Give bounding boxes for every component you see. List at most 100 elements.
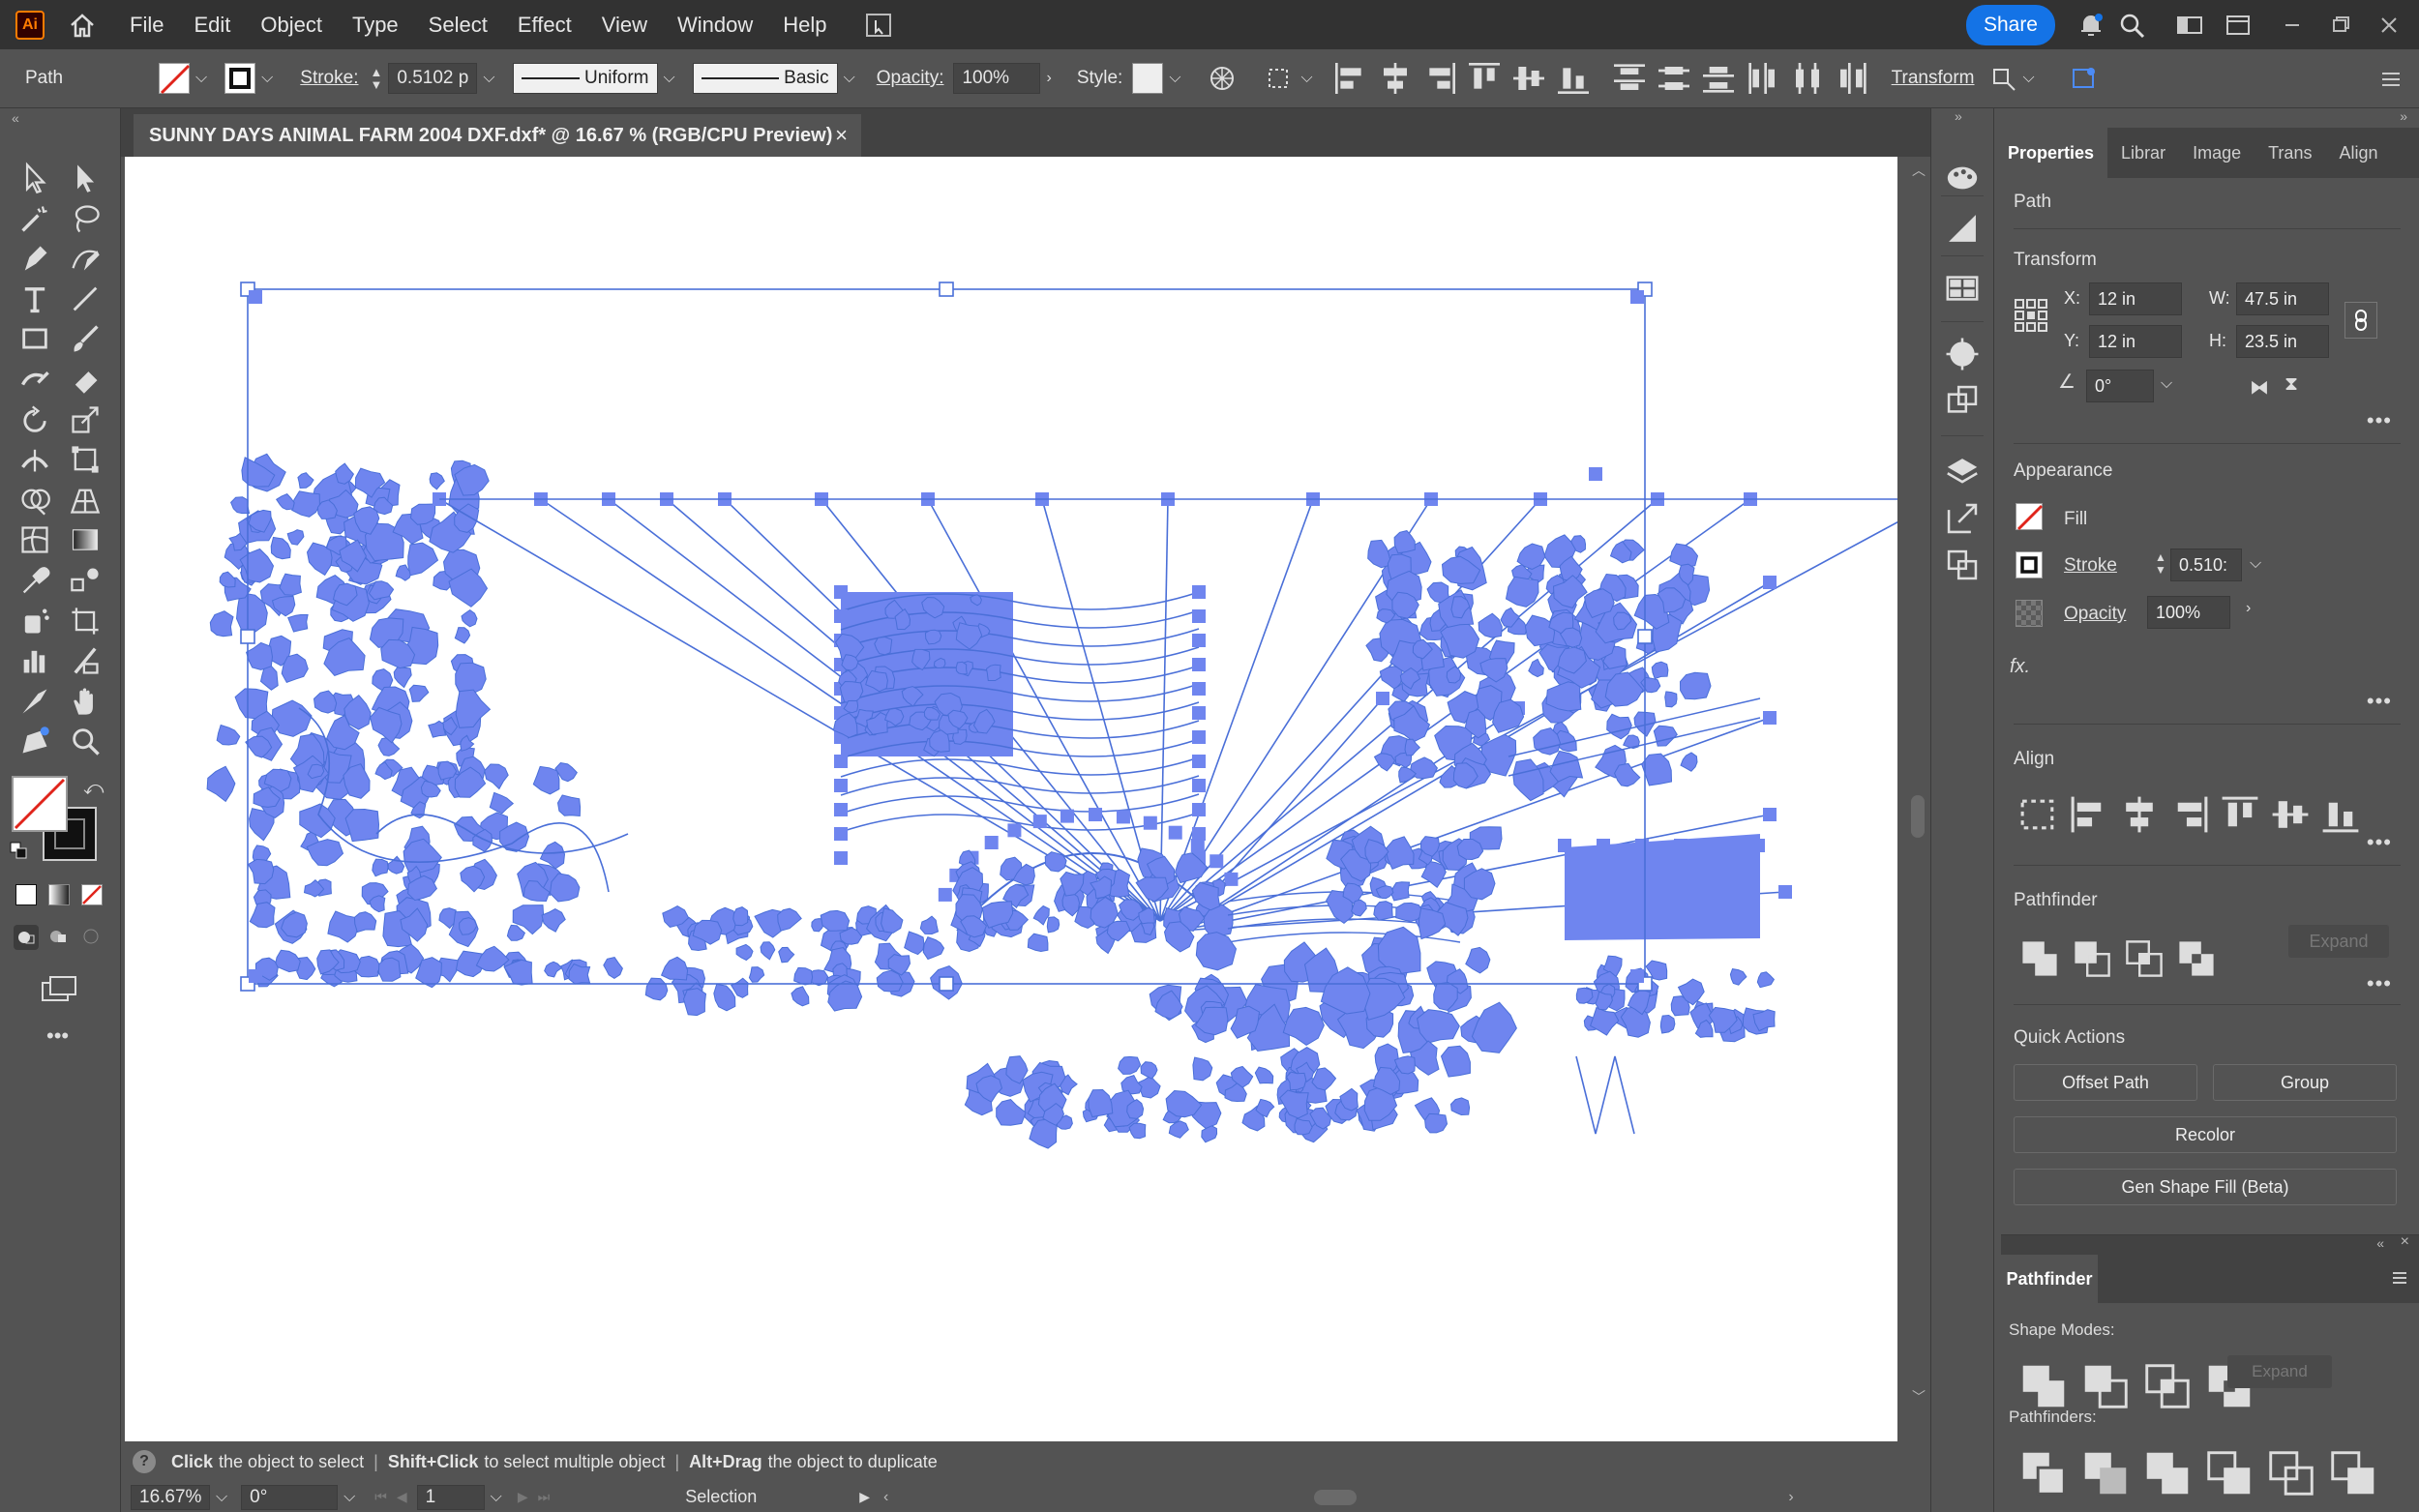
curvature-tool-icon[interactable]	[66, 239, 105, 278]
width-input[interactable]: 47.5 in	[2236, 282, 2329, 315]
swatches-panel-icon[interactable]	[1941, 267, 1984, 310]
bush-cluster-left[interactable]	[506, 924, 526, 941]
distribute-left-icon[interactable]	[1741, 56, 1785, 101]
bounding-box-handle[interactable]	[939, 282, 954, 297]
horizontal-scroll-thumb[interactable]	[1314, 1489, 1358, 1505]
bush-cluster-left[interactable]	[489, 791, 515, 815]
lower-row-left[interactable]	[904, 931, 925, 956]
artboard-tool-icon[interactable]	[66, 602, 105, 640]
recolor-artwork-icon[interactable]	[1208, 64, 1237, 93]
vertical-scrollbar[interactable]: ︿ ﹀	[1906, 157, 1930, 1441]
transform-more-options-icon[interactable]: •••	[2367, 408, 2392, 433]
barn-detail[interactable]	[1385, 836, 1415, 871]
brush-dropdown-chevron-icon[interactable]: ⌵	[844, 70, 855, 87]
tree-cluster-right[interactable]	[1664, 691, 1678, 708]
panel-horizontal-align-right-icon[interactable]	[2165, 789, 2215, 840]
anchor-point[interactable]	[1630, 969, 1644, 983]
transform-dropdown-icon[interactable]: ⌵	[2023, 70, 2035, 87]
brush-definition-select[interactable]: Basic	[692, 63, 838, 94]
notifications-bell-icon[interactable]	[2076, 11, 2105, 40]
restore-icon[interactable]	[2326, 11, 2355, 40]
menu-window[interactable]: Window	[677, 13, 753, 38]
pathfinder-divide-icon[interactable]	[2013, 1442, 2075, 1504]
pathfinder-minus-back-icon[interactable]	[2322, 1442, 2384, 1504]
edit-toolbar-more-icon[interactable]: •••	[46, 1023, 69, 1049]
mesh-tool-icon[interactable]	[15, 520, 54, 559]
eraser-tool-icon[interactable]	[66, 360, 105, 399]
bounding-box-handle[interactable]	[939, 976, 954, 992]
opacity-label-link[interactable]: Opacity	[2064, 604, 2126, 625]
anchor-point[interactable]	[1060, 809, 1074, 823]
pathfinder-intersect-icon[interactable]	[2136, 1355, 2198, 1417]
tree-cluster-left[interactable]	[393, 667, 412, 689]
default-fill-stroke-icon[interactable]	[10, 842, 27, 859]
flag-canton-detail[interactable]	[985, 664, 1001, 681]
appearance-more-options-icon[interactable]: •••	[2367, 689, 2392, 714]
slice-tool-icon[interactable]	[66, 641, 105, 680]
align-to-dropdown-icon[interactable]: ⌵	[1300, 70, 1312, 87]
flag-stripe[interactable]	[840, 756, 1200, 778]
appearance-panel-icon[interactable]	[1941, 333, 1984, 375]
panel-vertical-align-bottom-icon[interactable]	[2315, 789, 2366, 840]
anchor-point[interactable]	[1192, 803, 1206, 816]
recolor-button[interactable]: Recolor	[2014, 1116, 2397, 1153]
vertical-align-center-icon[interactable]	[1507, 56, 1551, 101]
anchor-point[interactable]	[1192, 609, 1206, 623]
farm-letters[interactable]	[1254, 1066, 1274, 1084]
anchor-point[interactable]	[1089, 808, 1103, 822]
tree-cluster-left[interactable]	[259, 666, 279, 691]
farm-letters[interactable]	[1128, 1122, 1147, 1140]
tree-cluster-left[interactable]	[219, 571, 236, 588]
tree-cluster-left[interactable]	[279, 573, 302, 596]
stroke-swatch[interactable]	[224, 63, 256, 94]
bounding-box-handle[interactable]	[1637, 629, 1653, 644]
barn-detail[interactable]	[1373, 901, 1393, 921]
bottom-left-bar[interactable]	[568, 963, 591, 985]
next-artboard-icon[interactable]: ▶	[518, 1489, 528, 1505]
tree-cluster-right[interactable]	[1614, 762, 1641, 787]
anchor-point[interactable]	[1168, 825, 1182, 840]
anchor-point[interactable]	[1751, 839, 1765, 852]
tree-cluster-left[interactable]	[287, 614, 309, 633]
group-button[interactable]: Group	[2213, 1064, 2397, 1101]
stroke-weight-dropdown-icon[interactable]: ⌵	[483, 70, 494, 87]
lower-row-right[interactable]	[1659, 1014, 1676, 1034]
pathfinder-panel-close-icon[interactable]: ×	[2401, 1233, 2409, 1251]
tree-cluster-right[interactable]	[1669, 543, 1699, 568]
right-banner[interactable]	[1565, 834, 1760, 940]
anchor-point[interactable]	[1589, 467, 1602, 481]
lower-row-center[interactable]	[1471, 1001, 1517, 1053]
close-document-icon[interactable]: ×	[835, 123, 848, 148]
artboard[interactable]	[125, 157, 1897, 1441]
panel-tab-properties[interactable]: Properties	[1994, 128, 2108, 178]
farm-letters[interactable]	[1088, 1088, 1114, 1118]
tree-cluster-left[interactable]	[286, 529, 305, 546]
strip-collapse-icon[interactable]: »	[1955, 108, 1962, 124]
reference-point-icon[interactable]	[2014, 298, 2048, 333]
panel-tab-trans[interactable]: Trans	[2255, 128, 2325, 178]
edit-toolbar-icon[interactable]	[15, 722, 54, 760]
draw-normal-icon[interactable]	[14, 925, 39, 950]
eyedropper-tool-icon[interactable]	[15, 561, 54, 600]
anchor-point[interactable]	[1116, 810, 1130, 824]
anchor-point[interactable]	[1192, 827, 1206, 841]
tree-cluster-right[interactable]	[1373, 753, 1396, 772]
vertical-align-bottom-icon[interactable]	[1551, 56, 1596, 101]
animal-letters[interactable]	[1032, 904, 1050, 926]
stroke-weight-input[interactable]: 0.5102 p	[388, 63, 478, 94]
rotation-angle-dropdown-icon[interactable]: ⌵	[2161, 375, 2172, 393]
flag-canton-detail[interactable]	[955, 661, 968, 675]
bush-cluster-left[interactable]	[249, 902, 276, 929]
control-bar-menu-icon[interactable]	[2376, 65, 2405, 94]
bottom-left-bar[interactable]	[377, 957, 402, 982]
lower-row-center[interactable]	[1362, 977, 1406, 1021]
flip-horizontal-icon[interactable]: ⧓	[2250, 375, 2269, 400]
magic-wand-tool-icon[interactable]	[15, 199, 54, 238]
bush-cluster-left[interactable]	[372, 858, 389, 877]
panel-align-to-icon[interactable]	[2014, 789, 2064, 840]
none-mode-icon[interactable]	[81, 884, 103, 905]
anchor-point[interactable]	[834, 585, 848, 599]
flag-canton-detail[interactable]	[929, 729, 950, 753]
pathfinder-panel-tab[interactable]: Pathfinder	[2001, 1255, 2098, 1303]
rectangle-tool-icon[interactable]	[15, 319, 54, 358]
